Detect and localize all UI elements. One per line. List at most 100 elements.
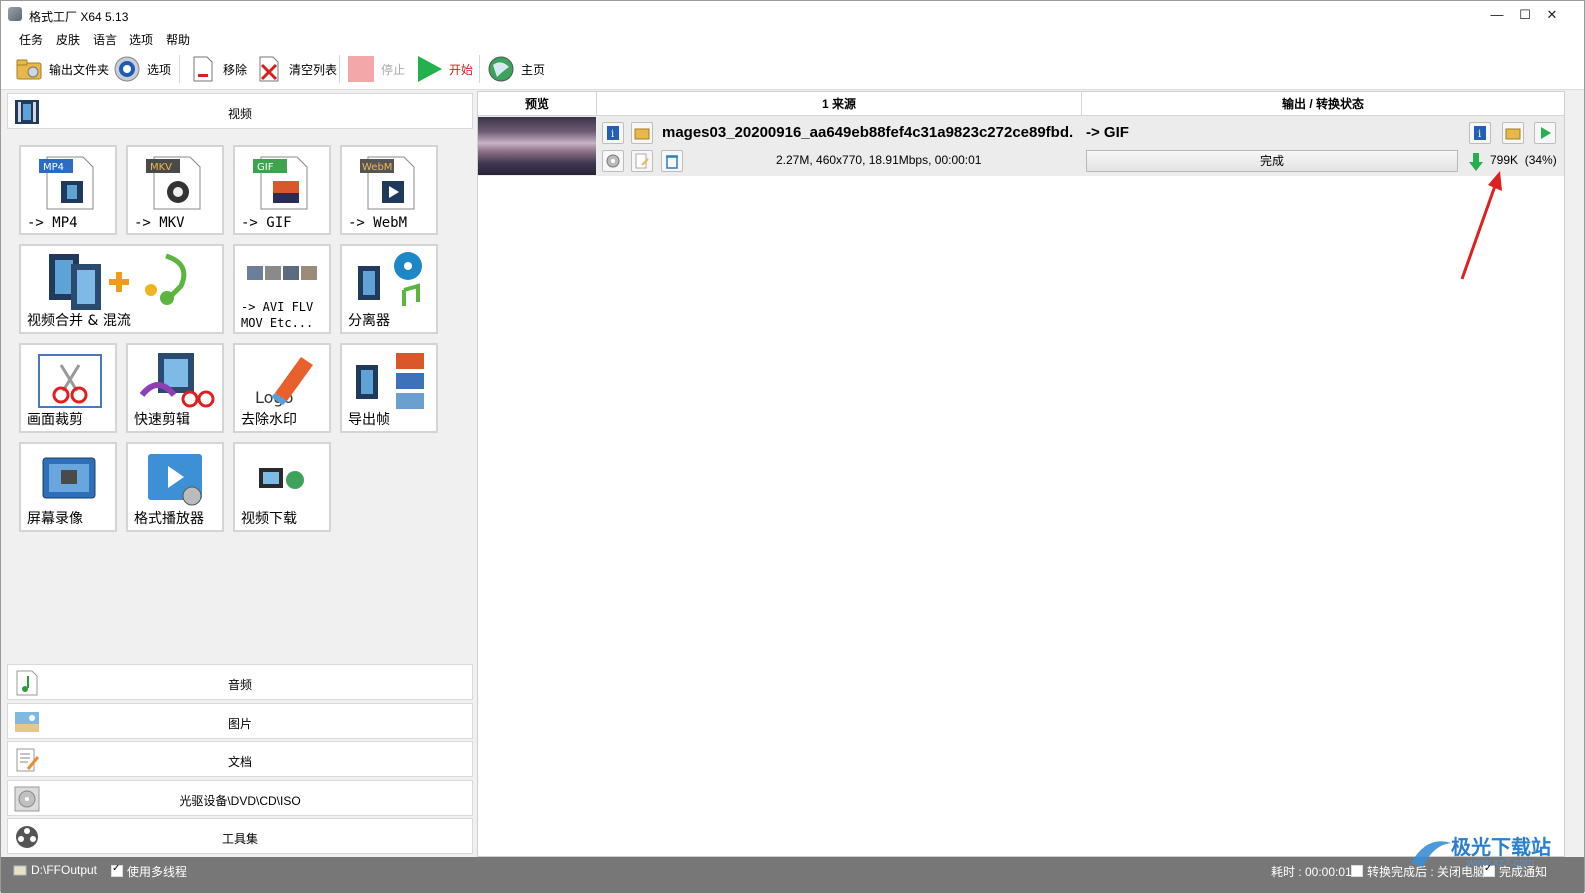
options-button[interactable]: 选项: [113, 53, 171, 85]
splitter-icon: [342, 246, 436, 316]
source-metadata: 2.27M, 460x770, 18.91Mbps, 00:00:01: [776, 153, 982, 167]
output-path[interactable]: D:\FFOutput: [13, 863, 97, 877]
play-icon: [1541, 127, 1551, 139]
title-bar: 格式工厂 X64 5.13 — ☐ ✕: [1, 1, 1584, 29]
source-info-button[interactable]: i: [602, 122, 624, 144]
tile-quick-clip[interactable]: 快速剪辑: [126, 343, 224, 433]
output-size: 799K (34%): [1490, 153, 1557, 167]
task-settings-button[interactable]: [602, 150, 624, 172]
output-folder-button[interactable]: [1502, 122, 1524, 144]
start-label: 开始: [449, 62, 474, 77]
tile-label: -> MP4: [27, 215, 78, 231]
column-output-status[interactable]: 输出 / 转换状态: [1082, 92, 1564, 116]
task-row[interactable]: i mages03_20200916_aa649eb88fef4c31a9823…: [478, 116, 1564, 176]
maximize-button[interactable]: ☐: [1510, 5, 1540, 25]
source-folder-button[interactable]: [631, 122, 653, 144]
minimize-button[interactable]: —: [1482, 5, 1512, 25]
stop-button[interactable]: 停止: [347, 53, 405, 85]
tile-label: 视频合并 & 混流: [27, 313, 131, 329]
trash-icon: [666, 155, 678, 169]
folder-icon: [13, 865, 27, 876]
category-optical[interactable]: 光驱设备\DVD\CD\ISO: [7, 780, 473, 816]
output-ratio: (34%): [1524, 153, 1557, 167]
tile-label: -> AVI FLV: [241, 300, 314, 314]
tile-remove-watermark[interactable]: Logo 去除水印: [233, 343, 331, 433]
menu-language[interactable]: 语言: [93, 31, 117, 48]
folder-icon: [15, 55, 43, 83]
tile-to-avi-flv[interactable]: -> AVI FLV MOV Etc...: [233, 244, 331, 334]
watermark-logo-icon: [1411, 841, 1451, 867]
menu-task[interactable]: 任务: [19, 31, 43, 48]
info-icon: i: [607, 126, 619, 140]
tile-label: 画面裁剪: [27, 412, 83, 428]
menu-bar: 任务 皮肤 语言 选项 帮助: [1, 29, 1584, 49]
svg-text:i: i: [611, 129, 614, 140]
tile-label: 视频下载: [241, 511, 297, 527]
tile-export-frames[interactable]: 导出帧: [340, 343, 438, 433]
start-button[interactable]: 开始: [415, 53, 473, 85]
video-download-icon: [235, 444, 329, 514]
tile-label-secondary: MOV Etc...: [241, 316, 314, 330]
tile-to-webm[interactable]: WebM -> WebM: [340, 145, 438, 235]
gif-file-icon: GIF: [235, 147, 329, 217]
tile-splitter[interactable]: 分离器: [340, 244, 438, 334]
category-image[interactable]: 图片: [7, 703, 473, 739]
column-source[interactable]: 1 来源: [597, 92, 1082, 116]
quick-clip-icon: [128, 345, 222, 415]
output-folder-button[interactable]: 输出文件夹: [15, 53, 109, 85]
category-document[interactable]: 文档: [7, 741, 473, 777]
category-video[interactable]: 视频: [7, 93, 473, 129]
close-button[interactable]: ✕: [1537, 5, 1567, 25]
tile-to-mkv[interactable]: MKV -> MKV: [126, 145, 224, 235]
conversion-status-bar: 完成: [1086, 150, 1458, 172]
tile-video-download[interactable]: 视频下载: [233, 442, 331, 532]
tile-to-gif[interactable]: GIF -> GIF: [233, 145, 331, 235]
tile-to-mp4[interactable]: MP4 -> MP4: [19, 145, 117, 235]
app-icon: [8, 7, 22, 21]
menu-skin[interactable]: 皮肤: [56, 31, 80, 48]
column-preview[interactable]: 预览: [478, 92, 597, 116]
svg-text:MP4: MP4: [43, 162, 64, 173]
menu-options[interactable]: 选项: [129, 31, 153, 48]
status-bar: D:\FFOutput 使用多线程 耗时 : 00:00:01 转换完成后 : …: [1, 857, 1584, 893]
category-video-label: 视频: [227, 107, 252, 121]
tile-label: 格式播放器: [134, 511, 204, 527]
output-folder-label: 输出文件夹: [49, 62, 110, 77]
clear-list-button[interactable]: 清空列表: [255, 53, 337, 85]
gear-icon: [606, 154, 620, 168]
eraser-icon: Logo: [235, 345, 329, 415]
output-play-button[interactable]: [1534, 122, 1556, 144]
output-info-button[interactable]: i: [1469, 122, 1491, 144]
crop-scissors-icon: [21, 345, 115, 415]
tile-video-merge[interactable]: 视频合并 & 混流: [19, 244, 224, 334]
tile-crop[interactable]: 画面裁剪: [19, 343, 117, 433]
multithread-checkbox[interactable]: 使用多线程: [111, 863, 187, 880]
remove-document-icon: [189, 55, 217, 83]
tile-label: 去除水印: [241, 412, 297, 428]
watermark-text: 极光下载站: [1451, 837, 1551, 859]
home-button[interactable]: 主页: [487, 53, 545, 85]
toolbar-divider: [479, 55, 480, 83]
app-window: 格式工厂 X64 5.13 — ☐ ✕ 任务 皮肤 语言 选项 帮助 输出文件夹…: [0, 0, 1585, 893]
category-audio[interactable]: 音频: [7, 664, 473, 700]
globe-icon: [487, 55, 515, 83]
remove-button[interactable]: 移除: [189, 53, 247, 85]
category-audio-label: 音频: [227, 678, 252, 692]
task-delete-button[interactable]: [661, 150, 683, 172]
svg-text:i: i: [1478, 129, 1481, 140]
screen-record-icon: [21, 444, 115, 514]
tile-label: -> WebM: [348, 215, 408, 231]
options-label: 选项: [147, 62, 172, 77]
category-tools[interactable]: 工具集: [7, 818, 473, 854]
toolbar-divider: [179, 55, 180, 83]
menu-help[interactable]: 帮助: [166, 31, 190, 48]
output-path-value: D:\FFOutput: [31, 863, 98, 877]
tile-label: 分离器: [348, 313, 390, 329]
merge-film-music-icon: [21, 246, 222, 316]
mp4-file-icon: MP4: [21, 147, 115, 217]
svg-text:GIF: GIF: [257, 162, 274, 173]
toolbar-divider: [339, 55, 340, 83]
tile-format-player[interactable]: 格式播放器: [126, 442, 224, 532]
task-clip-button[interactable]: [631, 150, 653, 172]
tile-screen-record[interactable]: 屏幕录像: [19, 442, 117, 532]
